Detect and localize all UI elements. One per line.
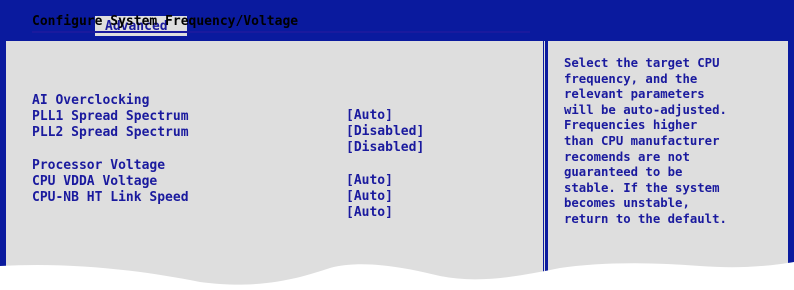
setting-value[interactable]: [Disabled]: [346, 140, 424, 155]
help-line: Select the target CPU: [564, 56, 720, 70]
setting-label: CPU-NB HT Link Speed: [32, 190, 189, 205]
help-line: becomes unstable,: [564, 196, 690, 211]
help-line: return to the default.: [564, 211, 727, 226]
setting-cpu-nb-ht-link-speed[interactable]: CPU-NB HT Link Speed [Auto]: [32, 175, 393, 235]
help-line: stable. If the system: [564, 180, 720, 195]
setting-label: PLL2 Spread Spectrum: [32, 125, 189, 140]
section-title: Configure System Frequency/Voltage: [32, 14, 299, 29]
setting-value[interactable]: [Auto]: [346, 189, 393, 204]
setting-value[interactable]: [Auto]: [346, 205, 393, 220]
help-line: relevant parameters: [564, 87, 705, 102]
setting-value[interactable]: [Auto]: [346, 108, 393, 123]
help-line: Frequencies higher: [564, 118, 698, 133]
help-line: will be auto-adjusted.: [564, 102, 727, 117]
bios-screen: Advanced Configure System Frequency/Volt…: [0, 0, 794, 290]
setting-value[interactable]: [Auto]: [346, 173, 393, 188]
help-line: frequency, and the: [564, 71, 698, 86]
help-text: Select the target CPU frequency, and the…: [564, 56, 784, 228]
help-line: recomends are not: [564, 149, 690, 164]
help-line: guaranteed to be: [564, 165, 683, 180]
section-divider: [32, 31, 530, 33]
setting-value[interactable]: [Disabled]: [346, 124, 424, 139]
help-line: than CPU manufacturer: [564, 133, 720, 148]
